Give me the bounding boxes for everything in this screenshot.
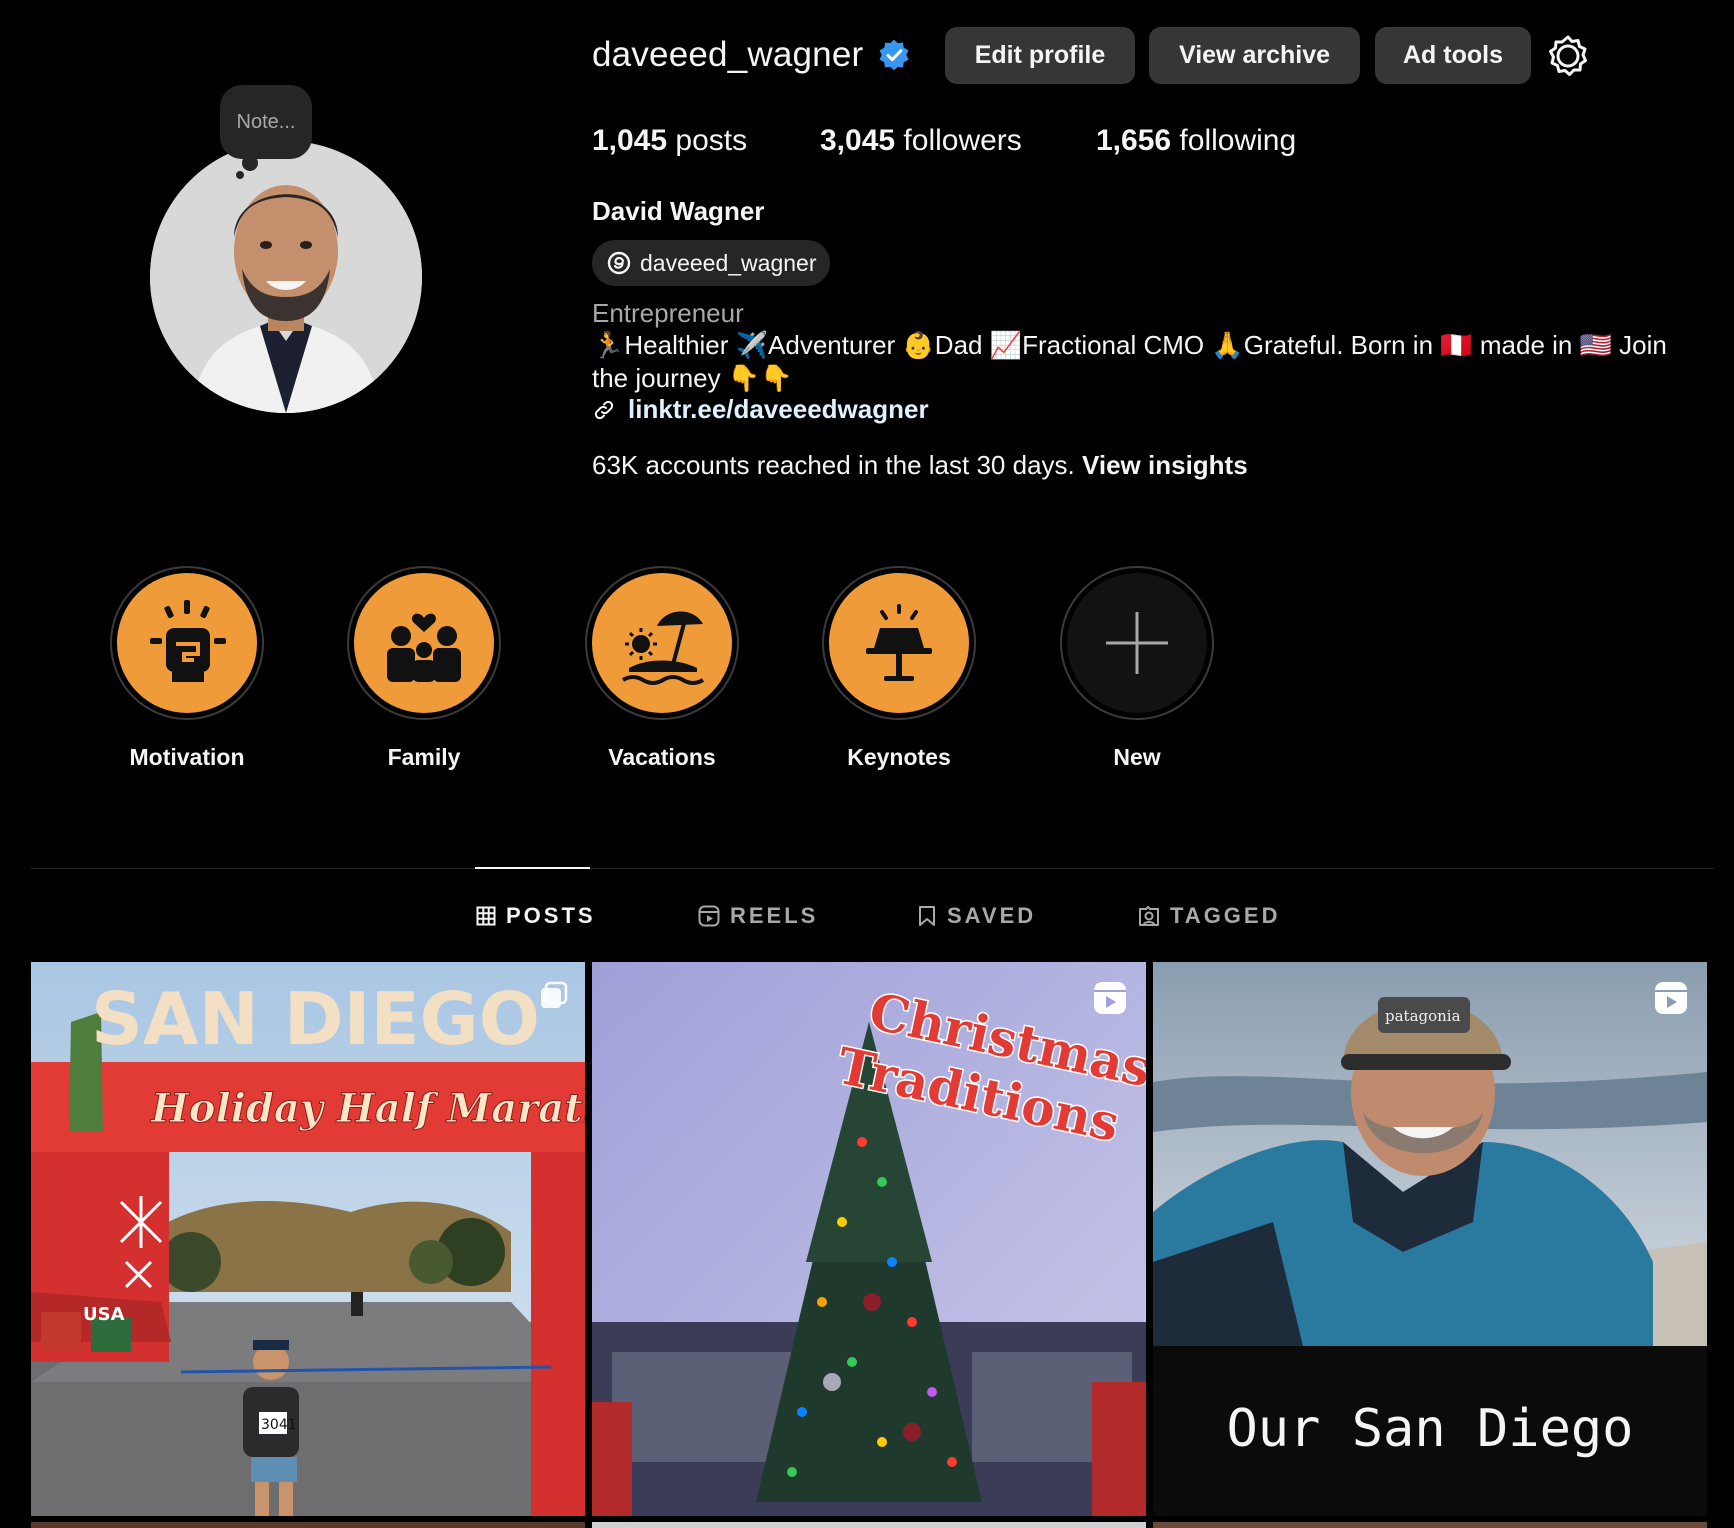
highlight-vacations[interactable]: Vacations	[582, 566, 742, 771]
followers-count: 3,045	[820, 124, 896, 157]
view-archive-button[interactable]: View archive	[1149, 27, 1360, 84]
san-diego-caption: Our San Diego	[1227, 1399, 1634, 1459]
marathon-sign-small: USA	[83, 1304, 125, 1325]
insights-summary: 63K accounts reached in the last 30 days…	[592, 450, 1248, 481]
tab-label: REELS	[730, 903, 819, 928]
edit-profile-button[interactable]: Edit profile	[945, 27, 1135, 84]
verified-badge-icon	[879, 39, 909, 71]
bio-text: 🏃Healthier ✈️Adventurer 👶Dad 📈Fractional…	[592, 330, 1667, 393]
note-placeholder: Note...	[236, 110, 296, 133]
podium-icon	[866, 604, 932, 681]
link-icon	[594, 400, 614, 419]
following-label: following	[1179, 124, 1297, 157]
tabs-divider	[31, 868, 1714, 869]
full-name: David Wagner	[592, 196, 765, 226]
highlight-family[interactable]: Family	[344, 566, 504, 771]
post-tile-marathon[interactable]: SAN DIEGO Holiday Half Marathon USA 3041	[31, 962, 585, 1516]
tab-posts[interactable]: POSTS	[476, 902, 596, 930]
followers-stat[interactable]: 3,045 followers	[820, 124, 1022, 158]
carousel-icon	[541, 981, 568, 1008]
posts-count-stat: 1,045 posts	[592, 124, 747, 158]
bib-number: 3041	[261, 1417, 297, 1433]
highlight-label: New	[1113, 744, 1161, 770]
profile-category: Entrepreneur	[592, 298, 744, 328]
marathon-sign-top: SAN DIEGO	[91, 977, 540, 1061]
active-tab-indicator	[475, 867, 590, 869]
username-row: daveeed_wagner	[592, 26, 911, 84]
note-bubble[interactable]: Note...	[220, 85, 312, 159]
cap-logo-text: patagonia	[1385, 1007, 1461, 1025]
view-insights-link[interactable]: View insights	[1082, 450, 1248, 480]
threads-handle: daveeed_wagner	[640, 249, 817, 276]
post-tile-our-san-diego[interactable]: patagonia Our San Diego	[1153, 962, 1707, 1516]
highlight-label: Family	[387, 744, 461, 770]
post-image-christmas: Christmas Traditions	[592, 962, 1146, 1516]
highlight-keynotes[interactable]: Keynotes	[819, 566, 979, 771]
username: daveeed_wagner	[592, 35, 864, 74]
posts-label: posts	[675, 124, 748, 157]
note-bubble-tail-small	[236, 171, 244, 179]
following-count: 1,656	[1096, 124, 1172, 157]
threads-icon	[607, 251, 631, 275]
plus-icon	[1106, 612, 1168, 674]
family-icon	[387, 613, 461, 682]
highlight-motivation[interactable]: Motivation	[107, 566, 267, 771]
following-stat[interactable]: 1,656 following	[1096, 124, 1296, 158]
profile-avatar[interactable]	[150, 141, 422, 413]
reel-icon	[1655, 982, 1687, 1014]
bio-link-text[interactable]: linktr.ee/daveeedwagner	[628, 394, 929, 425]
fist-icon	[150, 600, 226, 682]
tagged-icon	[1139, 906, 1159, 926]
tab-label: SAVED	[947, 903, 1037, 928]
followers-label: followers	[903, 124, 1022, 157]
reels-icon	[698, 905, 720, 927]
grid-icon	[476, 906, 496, 926]
settings-gear-icon[interactable]	[1546, 34, 1590, 78]
highlight-label: Vacations	[608, 744, 716, 770]
bookmark-icon	[919, 906, 935, 926]
tab-reels[interactable]: REELS	[698, 902, 818, 930]
post-image-marathon: SAN DIEGO Holiday Half Marathon USA 3041	[31, 962, 585, 1516]
highlight-label: Motivation	[129, 744, 245, 770]
post-tile-christmas[interactable]: Christmas Traditions	[592, 962, 1146, 1516]
insights-text: 63K accounts reached in the last 30 days…	[592, 450, 1075, 480]
bio-link[interactable]: linktr.ee/daveeedwagner	[592, 394, 929, 425]
tab-tagged[interactable]: TAGGED	[1138, 902, 1280, 930]
note-bubble-tail	[242, 155, 258, 171]
tab-saved[interactable]: SAVED	[917, 902, 1036, 930]
tab-label: TAGGED	[1170, 903, 1281, 928]
threads-badge[interactable]: daveeed_wagner	[592, 240, 831, 286]
post-tile-next-row[interactable]	[31, 1522, 585, 1528]
posts-count: 1,045	[592, 124, 668, 157]
highlight-new[interactable]: New	[1057, 566, 1217, 771]
marathon-banner: Holiday Half Marathon	[150, 1085, 585, 1132]
highlight-label: Keynotes	[847, 744, 951, 770]
post-tile-next-row[interactable]	[1153, 1522, 1707, 1528]
beach-umbrella-icon	[621, 611, 705, 685]
post-image-our-san-diego: patagonia Our San Diego	[1153, 962, 1707, 1516]
post-tile-next-row[interactable]	[592, 1522, 1146, 1528]
tab-label: POSTS	[506, 903, 596, 928]
ad-tools-button[interactable]: Ad tools	[1375, 27, 1531, 84]
avatar-photo	[150, 141, 422, 413]
reel-icon	[1094, 982, 1126, 1014]
